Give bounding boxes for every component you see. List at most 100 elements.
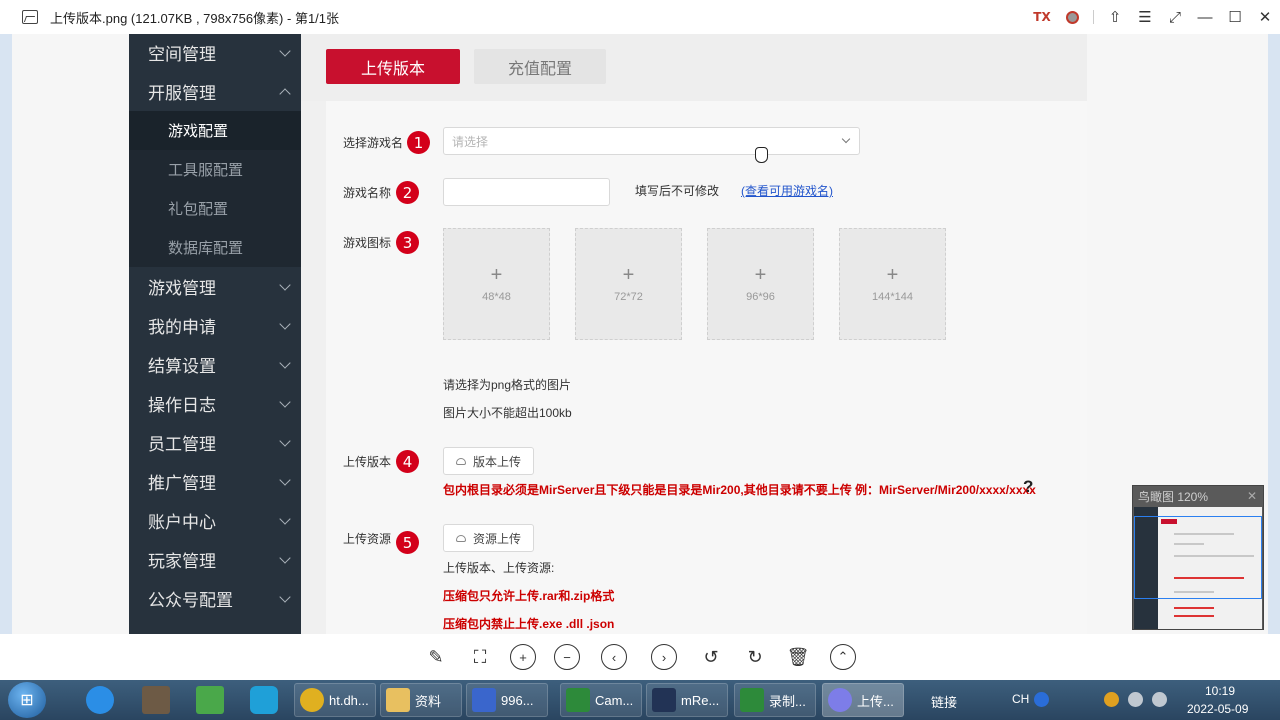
rotate-right-icon[interactable]: ↻	[742, 644, 768, 670]
sidebar-item-account[interactable]: 账户中心	[129, 501, 301, 540]
version-upload-button[interactable]: 版本上传	[443, 447, 534, 475]
step-badge: 3	[396, 231, 419, 254]
chevron-down-icon	[279, 552, 291, 564]
sidebar-item-official-account[interactable]: 公众号配置	[129, 579, 301, 618]
cloud-upload-icon	[455, 457, 466, 465]
upload-resource-label: 上传资源	[343, 531, 392, 546]
chevron-down-icon	[279, 357, 291, 369]
game-select-label: 选择游戏名	[343, 135, 404, 150]
zoom-in-icon[interactable]: +	[510, 644, 536, 670]
upload-version-warning: 包内根目录必须是MirServer且下级只能是目录是Mir200,其他目录请不要…	[443, 483, 1036, 497]
view-game-names-link[interactable]: (查看可用游戏名)	[741, 182, 833, 199]
task-folder[interactable]: 资料	[380, 683, 462, 717]
chrome-icon	[300, 688, 324, 712]
plus-icon: +	[886, 264, 899, 286]
icon-upload-72[interactable]: +72*72	[575, 228, 682, 340]
task-recording[interactable]: 录制...	[734, 683, 816, 717]
ext-icon[interactable]	[1057, 0, 1087, 34]
prev-icon[interactable]: ‹	[601, 644, 627, 670]
icon-upload-144[interactable]: +144*144	[839, 228, 946, 340]
sidebar-item-players[interactable]: 玩家管理	[129, 540, 301, 579]
camtasia-icon	[740, 688, 764, 712]
chevron-down-icon	[279, 279, 291, 291]
icon-format-note: 请选择为png格式的图片	[443, 378, 572, 392]
task-996[interactable]: 996...	[466, 683, 548, 717]
task-mremote[interactable]: mRe...	[646, 683, 728, 717]
sidebar-item-requests[interactable]: 我的申请	[129, 306, 301, 345]
tab-upload-version[interactable]: 上传版本	[326, 49, 460, 84]
help-icon[interactable]: ?	[1023, 477, 1033, 497]
sidebar-item-logs[interactable]: 操作日志	[129, 384, 301, 423]
rotate-left-icon[interactable]: ↺	[698, 644, 724, 670]
sidebar-subitem-gift[interactable]: 礼包配置	[129, 189, 301, 228]
game-select[interactable]: 请选择	[443, 127, 860, 155]
sidebar-subitem-tool-server[interactable]: 工具服配置	[129, 150, 301, 189]
icon-upload-96[interactable]: +96*96	[707, 228, 814, 340]
crop-icon[interactable]: ⛶	[467, 644, 493, 670]
tx-icon[interactable]: TX	[1027, 0, 1057, 34]
chevron-down-icon	[279, 396, 291, 408]
sidebar-item-game[interactable]: 游戏管理	[129, 267, 301, 306]
sidebar-item-promotion[interactable]: 推广管理	[129, 462, 301, 501]
edit-icon[interactable]: ✎	[423, 644, 449, 670]
tab-recharge-config[interactable]: 充值配置	[474, 49, 606, 84]
pinned-app-icon[interactable]	[187, 683, 233, 717]
game-name-hint: 填写后不可修改	[635, 184, 720, 198]
task-browser[interactable]: ht.dh...	[294, 683, 376, 717]
close-button[interactable]: ✕	[1250, 0, 1280, 34]
game-icon-label: 游戏图标	[343, 235, 392, 250]
image-stage[interactable]: 空间管理 开服管理 游戏配置 工具服配置 礼包配置 数据库配置 游戏管理 我的申…	[12, 34, 1268, 634]
zoom-out-icon[interactable]: −	[554, 644, 580, 670]
network-icon[interactable]	[1152, 692, 1167, 707]
screenshot-image: 空间管理 开服管理 游戏配置 工具服配置 礼包配置 数据库配置 游戏管理 我的申…	[129, 34, 1087, 634]
close-icon[interactable]: ✕	[1247, 489, 1257, 503]
chevron-down-icon	[279, 474, 291, 486]
link-toolbar[interactable]: 链接	[931, 692, 957, 711]
chevron-down-icon	[841, 134, 851, 144]
forbidden-rule: 压缩包内禁止上传.exe .dll .json	[443, 617, 615, 631]
chevron-up-icon	[279, 88, 291, 100]
sidebar-item-settlement[interactable]: 结算设置	[129, 345, 301, 384]
navigator-thumbnail[interactable]	[1134, 507, 1262, 629]
delete-icon[interactable]: 🗑	[785, 644, 811, 670]
task-image-viewer[interactable]: 上传...	[822, 683, 904, 717]
security-icon[interactable]	[1104, 692, 1119, 707]
icon-upload-48[interactable]: +48*48	[443, 228, 550, 340]
folder-icon	[386, 688, 410, 712]
more-icon[interactable]: ⌃	[830, 644, 856, 670]
pinned-app-icon[interactable]	[241, 683, 287, 717]
help-icon[interactable]	[1034, 692, 1049, 707]
chevron-down-icon	[279, 591, 291, 603]
volume-icon[interactable]	[1128, 692, 1143, 707]
minimize-button[interactable]: —	[1190, 0, 1220, 34]
sidebar-item-space[interactable]: 空间管理	[129, 34, 301, 72]
sidebar-item-staff[interactable]: 员工管理	[129, 423, 301, 462]
clock-date[interactable]: 2022-05-09	[1187, 702, 1248, 716]
clock-time[interactable]: 10:19	[1205, 684, 1235, 698]
upload-version-label: 上传版本	[343, 454, 392, 469]
sidebar-subitem-database[interactable]: 数据库配置	[129, 228, 301, 267]
sidebar-subitem-game-config[interactable]: 游戏配置	[129, 111, 301, 150]
task-camtasia[interactable]: Cam...	[560, 683, 642, 717]
form-panel: 选择游戏名 1 请选择 游戏名称 2 填写后不可修改 (查看可用游戏名) 游戏图…	[326, 101, 1087, 634]
resource-upload-button[interactable]: 资源上传	[443, 524, 534, 552]
viewport-frame[interactable]	[1134, 516, 1262, 599]
menu-icon[interactable]: ☰	[1130, 0, 1160, 34]
next-icon[interactable]: ›	[651, 644, 677, 670]
maximize-button[interactable]: ☐	[1220, 0, 1250, 34]
sidebar-item-server[interactable]: 开服管理	[129, 72, 301, 111]
pinned-app-icon[interactable]	[77, 683, 123, 717]
main-content: 上传版本 充值配置 选择游戏名 1 请选择 游戏名称 2 填写后不可修改 (查看…	[301, 34, 1087, 634]
cloud-upload-icon	[455, 534, 466, 542]
hand-cursor-icon	[755, 147, 768, 163]
navigator-panel[interactable]: 鸟瞰图 120% ✕	[1132, 485, 1264, 630]
start-button[interactable]: ⊞	[8, 682, 46, 718]
camtasia-icon	[566, 688, 590, 712]
step-badge: 1	[407, 131, 430, 154]
pin-icon[interactable]: ⇧	[1100, 0, 1130, 34]
ime-indicator[interactable]: CH	[1012, 692, 1029, 706]
viewer-toolbar: ✎ ⛶ + − ‹ › ↺ ↻ 🗑 ⌃	[0, 634, 1280, 680]
game-name-input[interactable]	[443, 178, 610, 206]
pinned-app-icon[interactable]	[133, 683, 179, 717]
fullscreen-icon[interactable]: ⤢	[1160, 0, 1190, 34]
